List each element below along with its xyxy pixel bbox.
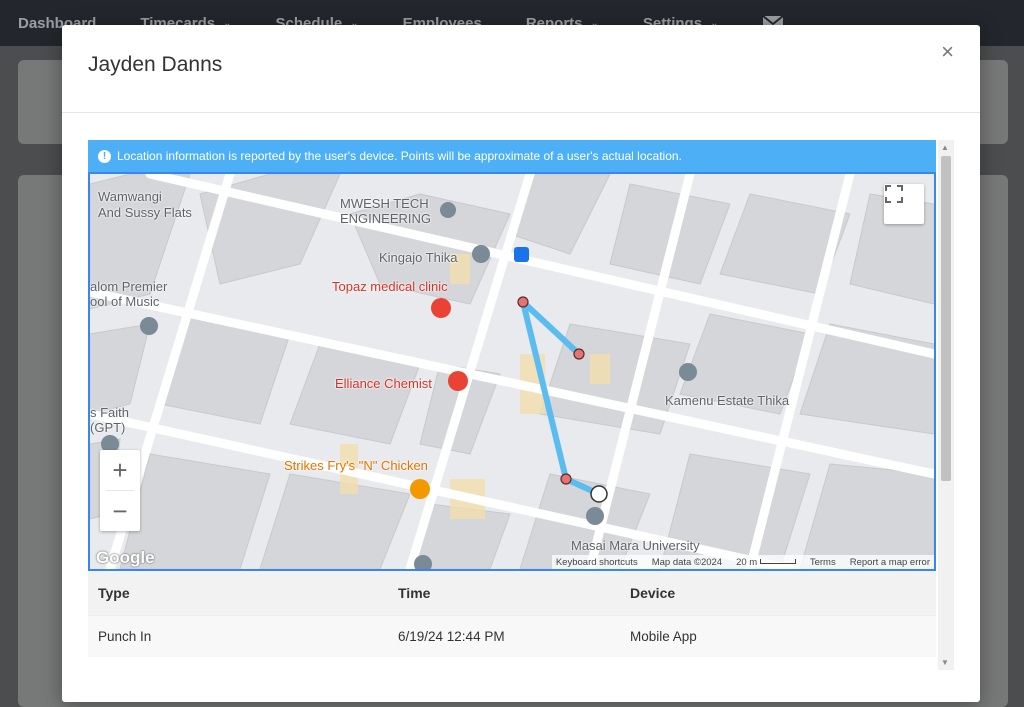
scroll-down-arrow-icon[interactable]: ▼ bbox=[941, 658, 949, 667]
map-label-mwesh-tech: MWESH TECH bbox=[340, 196, 429, 211]
map-label-elliance-chemist[interactable]: Elliance Chemist bbox=[335, 376, 432, 391]
map-label-strikes-chicken[interactable]: Strikes Fry's "N" Chicken bbox=[284, 458, 428, 473]
fullscreen-button[interactable] bbox=[884, 184, 924, 224]
map-label-kamenu-estate: Kamenu Estate Thika bbox=[665, 393, 790, 408]
map-view[interactable]: Wamwangi And Sussy Flats MWESH TECH ENGI… bbox=[88, 172, 936, 571]
employee-location-modal: Jayden Danns × ! Location information is… bbox=[62, 25, 980, 702]
map-label-school-of-music: ool of Music bbox=[90, 294, 160, 309]
scroll-thumb[interactable] bbox=[941, 156, 951, 481]
location-info-text: Location information is reported by the … bbox=[117, 149, 682, 163]
map-label-kingajo-thika: Kingajo Thika bbox=[379, 250, 458, 265]
map-label-salom-premier: alom Premier bbox=[90, 279, 168, 294]
cell-type: Punch In bbox=[98, 629, 152, 644]
column-header-type: Type bbox=[98, 585, 130, 601]
info-icon: ! bbox=[98, 149, 111, 163]
google-logo: Google bbox=[96, 548, 155, 567]
zoom-controls: + − bbox=[100, 450, 140, 531]
map-attribution: Keyboard shortcuts Map data ©2024 20 m T… bbox=[551, 555, 934, 569]
terms-link[interactable]: Terms bbox=[810, 557, 836, 568]
zoom-out-button[interactable]: − bbox=[100, 491, 140, 531]
modal-title: Jayden Danns bbox=[88, 53, 223, 76]
map-label-gpt: (GPT) bbox=[90, 420, 126, 435]
report-map-error-link[interactable]: Report a map error bbox=[850, 557, 930, 568]
modal-header: Jayden Danns × bbox=[62, 25, 980, 113]
zoom-in-button[interactable]: + bbox=[100, 450, 140, 490]
cell-time: 6/19/24 12:44 PM bbox=[398, 629, 505, 644]
scale-bar-icon bbox=[759, 559, 796, 565]
map-label-masai-mara: Masai Mara University bbox=[571, 538, 700, 553]
close-button[interactable]: × bbox=[941, 41, 954, 63]
map-canvas bbox=[90, 174, 934, 569]
fullscreen-icon bbox=[885, 185, 903, 203]
map-label-wamwangi: Wamwangi bbox=[98, 189, 162, 204]
map-scale[interactable]: 20 m bbox=[736, 557, 796, 568]
column-header-time: Time bbox=[398, 585, 431, 601]
modal-body: ! Location information is reported by th… bbox=[88, 140, 954, 670]
scroll-up-arrow-icon[interactable]: ▲ bbox=[941, 143, 949, 152]
location-info-banner: ! Location information is reported by th… bbox=[88, 140, 936, 172]
column-header-device: Device bbox=[630, 585, 676, 601]
map-label-topaz-clinic[interactable]: Topaz medical clinic bbox=[332, 279, 448, 294]
map-label-faith: s Faith bbox=[90, 405, 130, 420]
map-data-text: Map data ©2024 bbox=[651, 556, 723, 568]
punch-table: Type Time Device Punch In 6/19/24 12:44 … bbox=[88, 571, 936, 657]
map-label-engineering: ENGINEERING bbox=[340, 211, 432, 226]
table-row[interactable]: Punch In 6/19/24 12:44 PM Mobile App bbox=[88, 615, 936, 657]
table-header: Type Time Device bbox=[88, 571, 936, 615]
keyboard-shortcuts-link[interactable]: Keyboard shortcuts bbox=[556, 557, 638, 568]
cell-device: Mobile App bbox=[630, 629, 697, 644]
modal-scrollbar[interactable]: ▲ ▼ bbox=[938, 140, 954, 670]
map-label-sussy-flats: And Sussy Flats bbox=[98, 205, 192, 220]
